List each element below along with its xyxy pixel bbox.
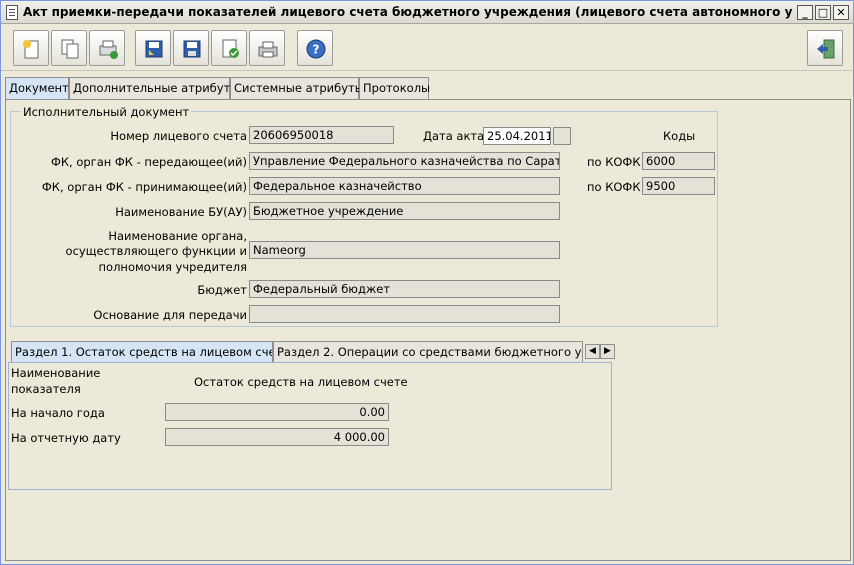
help-button[interactable]: ? [297,30,333,66]
budget-field[interactable]: Федеральный бюджет [249,280,560,298]
tab-section-1[interactable]: Раздел 1. Остаток средств на лицевом сче… [11,341,273,362]
column-name-header-1: Наименование [11,366,101,380]
tab-additional-attributes[interactable]: Дополнительные атрибуты [69,77,239,99]
save-close-icon [145,40,163,58]
row-year-start-label: На начало года [11,406,105,420]
save-close-button[interactable] [135,30,171,66]
column-value-header: Остаток средств на лицевом счете [194,375,408,389]
codes-label: Коды [663,129,696,143]
kofk-label-1: по КОФК [587,155,641,169]
scroll-left-arrow-icon[interactable]: ◀ [585,344,600,359]
kofk-label-2: по КОФК [587,180,641,194]
account-label: Номер лицевого счета [110,129,247,143]
fk-from-label: ФК, орган ФК - передающее(ий) [50,155,247,169]
help-icon: ? [306,39,326,59]
account-field[interactable]: 20606950018 [249,126,394,144]
calendar-button[interactable] [553,127,571,145]
maximize-button[interactable]: □ [815,5,831,20]
scroll-right-arrow-icon[interactable]: ▶ [600,344,615,359]
document-icon [6,5,18,20]
save-button[interactable] [173,30,209,66]
org-label-line-2: осуществляющего функции и [65,244,247,258]
check-document-button[interactable] [211,30,247,66]
exit-icon [817,39,835,59]
check-document-icon [222,39,239,58]
fk-to-label: ФК, орган ФК - принимающее(ий) [41,180,247,194]
main-window: Акт приемки-передачи показателей лицевог… [0,0,854,565]
new-document-button[interactable] [13,30,49,66]
add-print-button[interactable] [89,30,125,66]
tab-document[interactable]: Документ [5,77,69,100]
budget-label: Бюджет [197,283,247,297]
fk-to-field[interactable]: Федеральное казначейство [249,177,560,195]
svg-text:?: ? [313,43,320,57]
row-year-start-value[interactable]: 0.00 [165,403,389,421]
date-field[interactable]: 25.04.2011 [483,127,551,145]
basis-field[interactable] [249,305,560,323]
print-button[interactable] [249,30,285,66]
tab-protocols[interactable]: Протоколы [359,77,430,99]
copy-document-button[interactable] [51,30,87,66]
toolbar: ? [1,24,853,71]
fk-from-field[interactable]: Управление Федерального казначейства по … [249,152,560,170]
row-report-date-label: На отчетную дату [11,431,121,445]
copy-document-icon [61,39,79,59]
bu-label: Наименование БУ(АУ) [115,205,247,219]
executive-document-group: Исполнительный документ Номер лицевого с… [10,105,718,327]
group-title: Исполнительный документ [21,105,192,119]
minimize-button[interactable]: _ [797,5,813,20]
add-print-icon [99,40,118,59]
row-report-date-value[interactable]: 4 000.00 [165,428,389,446]
column-name-header-2: показателя [11,382,81,396]
section-1-panel: Наименование показателя Остаток средств … [8,362,612,490]
document-panel: Исполнительный документ Номер лицевого с… [5,99,851,561]
title-bar[interactable]: Акт приемки-передачи показателей лицевог… [1,1,853,24]
print-icon [258,41,278,58]
org-field[interactable]: Nameorg [249,241,560,259]
close-button[interactable]: ✕ [833,5,849,20]
window-title: Акт приемки-передачи показателей лицевог… [23,5,793,19]
section-tabs: Раздел 1. Остаток средств на лицевом сче… [11,341,616,362]
new-document-icon [23,40,39,59]
bu-field[interactable]: Бюджетное учреждение [249,202,560,220]
date-label: Дата акта [423,129,485,143]
save-icon [183,40,201,58]
org-label-line-1: Наименование органа, [108,229,247,243]
org-label-line-3: полномочия учредителя [98,260,247,274]
kofk-field-1[interactable]: 6000 [642,152,715,170]
kofk-field-2[interactable]: 9500 [642,177,715,195]
exit-button[interactable] [807,30,843,66]
tab-system-attributes[interactable]: Системные атрибуты [230,77,364,99]
tab-section-2[interactable]: Раздел 2. Операции со средствами бюджетн… [273,341,583,362]
basis-label: Основание для передачи [93,308,247,322]
